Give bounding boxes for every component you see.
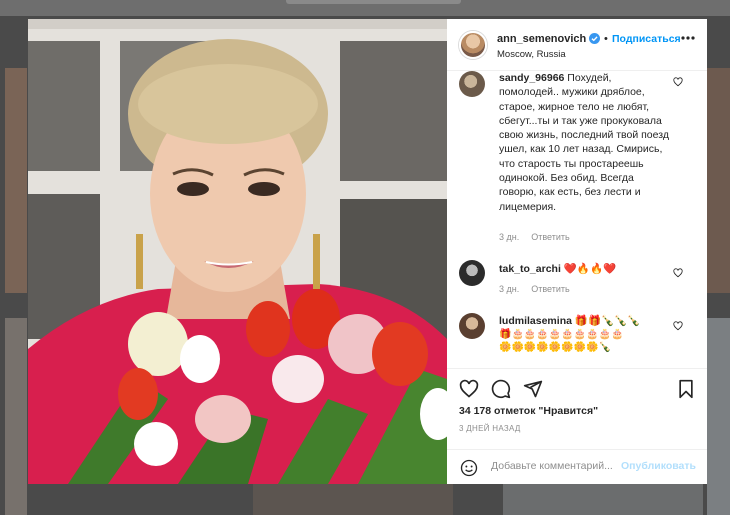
grid-thumbnail[interactable] bbox=[503, 484, 703, 515]
emoji-picker-icon[interactable] bbox=[460, 459, 478, 477]
comment-username[interactable]: ludmilasemina bbox=[499, 315, 572, 327]
share-icon[interactable] bbox=[523, 379, 543, 399]
comment-meta: 3 дн. Ответить bbox=[499, 284, 582, 294]
comment-item: tak_to_archi ❤️🔥🔥❤️ 3 дн. Ответить bbox=[459, 260, 695, 300]
like-comment-heart-icon[interactable] bbox=[673, 321, 683, 331]
comment-text: sandy_96966 Похудей, помолодей.. мужики … bbox=[499, 71, 671, 214]
more-options-icon[interactable] bbox=[681, 36, 695, 40]
comment-body: 🎁🎁🍾🍾🍾 bbox=[571, 315, 641, 327]
comment-emoji-line: 🌼🌼🌼🌼🌼🌼🌼🌼🍾 bbox=[499, 342, 612, 354]
avatar[interactable] bbox=[459, 71, 485, 97]
comment-body: Похудей, помолодей.. мужики дряблое, ста… bbox=[499, 72, 669, 213]
avatar[interactable] bbox=[459, 313, 485, 339]
search-bar[interactable] bbox=[286, 0, 461, 4]
comment-body: ❤️🔥🔥❤️ bbox=[560, 263, 617, 275]
comment-username[interactable]: sandy_96966 bbox=[499, 72, 564, 84]
grid-thumbnail[interactable] bbox=[707, 68, 730, 293]
grid-thumbnail[interactable] bbox=[707, 318, 730, 515]
like-comment-heart-icon[interactable] bbox=[673, 77, 683, 87]
comment-text: tak_to_archi ❤️🔥🔥❤️ bbox=[499, 262, 671, 276]
likes-count[interactable]: 34 178 отметок "Нравится" bbox=[459, 405, 598, 417]
post-header: ann_semenovich • Подписаться Moscow, Rus… bbox=[447, 19, 707, 71]
comment-item: ludmilasemina 🎁🎁🍾🍾🍾 🎁🎂🎂🎂🎂🎂🎂🎂🎂🎂 🌼🌼🌼🌼🌼🌼🌼🌼🍾 bbox=[459, 313, 695, 368]
heart-icon[interactable] bbox=[459, 379, 479, 399]
post-actions: 34 178 отметок "Нравится" 3 ДНЕЙ НАЗАД bbox=[447, 368, 707, 438]
comment-time: 3 дн. bbox=[499, 232, 520, 242]
post-photo-image bbox=[28, 19, 447, 484]
add-comment-bar: Добавьте комментарий... Опубликовать bbox=[447, 449, 707, 484]
like-comment-heart-icon[interactable] bbox=[673, 268, 683, 278]
post-photo[interactable] bbox=[28, 19, 447, 484]
bookmark-icon[interactable] bbox=[676, 379, 696, 399]
author-username[interactable]: ann_semenovich bbox=[497, 33, 586, 45]
avatar[interactable] bbox=[459, 260, 485, 286]
comment-time: 3 дн. bbox=[499, 284, 520, 294]
comment-emoji-line: 🎁🎂🎂🎂🎂🎂🎂🎂🎂🎂 bbox=[499, 329, 624, 341]
comment-input[interactable]: Добавьте комментарий... bbox=[491, 460, 613, 472]
comment-meta: 3 дн. Ответить bbox=[499, 232, 582, 242]
comments-list[interactable]: sandy_96966 Похудей, помолодей.. мужики … bbox=[447, 71, 707, 368]
post-location[interactable]: Moscow, Russia bbox=[497, 49, 566, 60]
comment-username[interactable]: tak_to_archi bbox=[499, 263, 561, 275]
grid-thumbnail[interactable] bbox=[5, 318, 27, 515]
post-details-panel: ann_semenovich • Подписаться Moscow, Rus… bbox=[447, 19, 707, 484]
grid-thumbnail[interactable] bbox=[253, 484, 453, 515]
publish-button[interactable]: Опубликовать bbox=[621, 460, 696, 472]
follow-button[interactable]: Подписаться bbox=[612, 33, 681, 45]
reply-button[interactable]: Ответить bbox=[531, 232, 569, 242]
verified-badge-icon bbox=[589, 33, 600, 44]
comment-text: ludmilasemina 🎁🎁🍾🍾🍾 🎁🎂🎂🎂🎂🎂🎂🎂🎂🎂 🌼🌼🌼🌼🌼🌼🌼🌼🍾 bbox=[499, 314, 671, 354]
reply-button[interactable]: Ответить bbox=[531, 284, 569, 294]
post-timestamp[interactable]: 3 ДНЕЙ НАЗАД bbox=[459, 424, 521, 433]
comment-item: sandy_96966 Похудей, помолодей.. мужики … bbox=[459, 71, 695, 246]
separator-dot: • bbox=[604, 33, 608, 45]
grid-thumbnail[interactable] bbox=[5, 68, 27, 293]
avatar[interactable] bbox=[459, 31, 487, 59]
comment-icon[interactable] bbox=[491, 379, 511, 399]
